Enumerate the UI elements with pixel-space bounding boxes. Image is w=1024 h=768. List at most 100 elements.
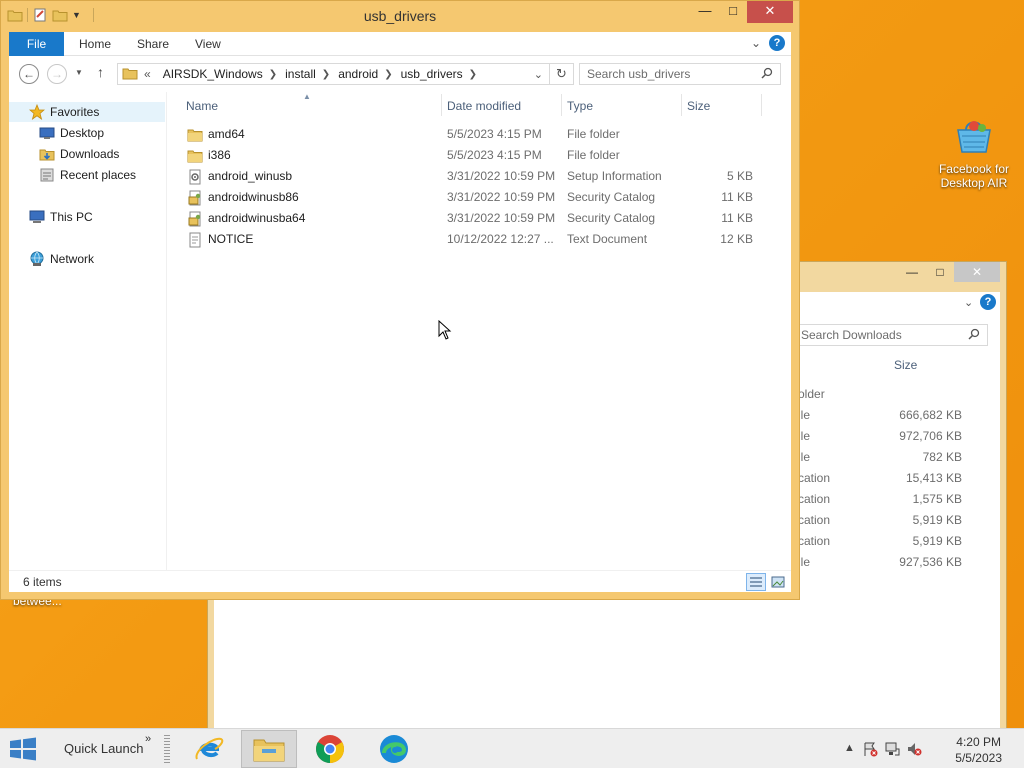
minimize-icon[interactable]: — bbox=[898, 262, 926, 282]
chevron-right-icon[interactable]: ❯ bbox=[384, 69, 392, 80]
nav-item-this-pc[interactable]: This PC bbox=[9, 207, 93, 227]
close-icon[interactable]: ✕ bbox=[747, 1, 793, 23]
file-size: 11 KB bbox=[721, 190, 753, 204]
recent-locations-icon[interactable]: ▼ bbox=[75, 68, 83, 77]
maximize-icon[interactable]: □ bbox=[926, 262, 954, 282]
breadcrumb-item[interactable]: android bbox=[330, 67, 384, 81]
details-view-button[interactable] bbox=[746, 573, 766, 591]
file-type: File folder bbox=[567, 127, 620, 141]
list-item[interactable]: older bbox=[798, 387, 968, 408]
list-item[interactable]: cation 5,919 KB bbox=[798, 534, 968, 555]
quick-launch-toolbar[interactable]: Quick Launch bbox=[64, 741, 144, 756]
breadcrumb-overflow[interactable]: « bbox=[138, 67, 155, 81]
list-item[interactable]: ile 972,706 KB bbox=[798, 429, 968, 450]
list-item[interactable]: ile 666,682 KB bbox=[798, 408, 968, 429]
ribbon-expand-icon[interactable]: ⌄ bbox=[964, 296, 973, 309]
nav-item-downloads[interactable]: Downloads bbox=[9, 144, 119, 164]
chevron-right-icon[interactable]: ❯ bbox=[469, 69, 477, 80]
minimize-icon[interactable]: — bbox=[691, 1, 719, 23]
address-bar[interactable]: « AIRSDK_Windows ❯ install ❯ android ❯ u… bbox=[117, 63, 550, 85]
computer-icon bbox=[29, 209, 45, 225]
help-icon[interactable]: ? bbox=[769, 35, 785, 51]
chevron-right-icon[interactable]: ❯ bbox=[269, 69, 277, 80]
file-explorer-taskbar-icon[interactable] bbox=[241, 730, 297, 768]
breadcrumb-item[interactable]: install bbox=[277, 67, 322, 81]
tab-home[interactable]: Home bbox=[69, 32, 121, 56]
taskbar: Quick Launch » ▲ 4:20 PM 5/5/2023 bbox=[0, 728, 1024, 768]
file-row-amd64[interactable]: amd64 5/5/2023 4:15 PM File folder bbox=[179, 124, 769, 145]
large-icons-view-button[interactable] bbox=[768, 573, 788, 591]
chevron-down-icon[interactable]: ⌄ bbox=[534, 68, 543, 81]
tab-file[interactable]: File bbox=[9, 32, 64, 56]
column-header-size[interactable]: Size bbox=[894, 358, 917, 372]
clock-time: 4:20 PM bbox=[956, 735, 1001, 749]
clock[interactable]: 4:20 PM 5/5/2023 bbox=[955, 734, 1002, 766]
nav-item-label: Favorites bbox=[50, 105, 100, 119]
file-row-notice[interactable]: NOTICE 10/12/2022 12:27 ... Text Documen… bbox=[179, 229, 769, 250]
back-button[interactable]: ← bbox=[19, 64, 39, 84]
file-size: 11 KB bbox=[721, 211, 753, 225]
column-header-name[interactable]: Name bbox=[186, 96, 218, 116]
file-date: 5/5/2023 4:15 PM bbox=[447, 148, 542, 162]
start-button[interactable] bbox=[8, 737, 38, 764]
background-search-input[interactable]: Search Downloads bbox=[796, 324, 988, 346]
list-item[interactable]: cation 1,575 KB bbox=[798, 492, 968, 513]
breadcrumb-item[interactable]: usb_drivers bbox=[393, 67, 469, 81]
close-icon[interactable]: ✕ bbox=[954, 262, 1000, 282]
desktop-icon-facebook-air[interactable]: Facebook for Desktop AIR bbox=[934, 118, 1014, 190]
maximize-icon[interactable]: □ bbox=[719, 1, 747, 23]
ribbon-tabs: File Home Share View ⌄ ? bbox=[9, 32, 791, 56]
column-header-size[interactable]: Size bbox=[687, 96, 710, 116]
breadcrumb-item[interactable]: AIRSDK_Windows bbox=[155, 67, 269, 81]
item-count: 6 items bbox=[23, 575, 62, 589]
nav-item-label: Desktop bbox=[60, 126, 105, 140]
column-divider[interactable] bbox=[761, 94, 762, 116]
toolbar-grip[interactable] bbox=[164, 735, 170, 763]
file-date: 5/5/2023 4:15 PM bbox=[447, 127, 542, 141]
nav-item-favorites[interactable]: Favorites bbox=[9, 102, 165, 122]
search-icon[interactable] bbox=[761, 67, 773, 82]
nav-item-label: Recent places bbox=[60, 168, 137, 182]
list-item[interactable]: cation 5,919 KB bbox=[798, 513, 968, 534]
chrome-icon[interactable] bbox=[302, 730, 358, 768]
up-button[interactable]: ↑ bbox=[97, 64, 104, 80]
show-hidden-icons-icon[interactable]: ▲ bbox=[844, 742, 855, 754]
edge-icon[interactable] bbox=[366, 730, 422, 768]
nav-item-recent-places[interactable]: Recent places bbox=[9, 165, 136, 185]
file-type: Security Catalog bbox=[567, 211, 656, 225]
list-item[interactable]: ile 927,536 KB bbox=[798, 555, 968, 576]
chevron-right-icon[interactable]: ❯ bbox=[322, 69, 330, 80]
forward-button[interactable]: → bbox=[47, 64, 67, 84]
column-header-date[interactable]: Date modified bbox=[447, 96, 521, 116]
quick-launch-overflow[interactable]: » bbox=[145, 733, 151, 745]
column-divider[interactable] bbox=[441, 94, 442, 116]
nav-item-network[interactable]: Network bbox=[9, 249, 94, 269]
internet-explorer-icon[interactable] bbox=[181, 730, 237, 768]
network-status-icon[interactable] bbox=[884, 741, 900, 760]
refresh-button[interactable]: ↻ bbox=[550, 63, 574, 85]
folder-icon bbox=[122, 65, 138, 84]
tab-share[interactable]: Share bbox=[127, 32, 179, 56]
file-row-android-winusb[interactable]: android_winusb 3/31/2022 10:59 PM Setup … bbox=[179, 166, 769, 187]
file-row-androidwinusb86[interactable]: androidwinusb86 3/31/2022 10:59 PM Secur… bbox=[179, 187, 769, 208]
title-bar[interactable]: ▼ usb_drivers — □ ✕ bbox=[1, 1, 799, 31]
search-input[interactable] bbox=[579, 63, 781, 85]
column-divider[interactable] bbox=[681, 94, 682, 116]
list-item[interactable]: ile 782 KB bbox=[798, 450, 968, 471]
explorer-window[interactable]: ▼ usb_drivers — □ ✕ File Home Share View… bbox=[0, 0, 800, 600]
ribbon-expand-icon[interactable]: ⌄ bbox=[751, 36, 761, 50]
file-date: 3/31/2022 10:59 PM bbox=[447, 169, 556, 183]
action-center-icon[interactable] bbox=[862, 741, 878, 760]
column-header-type[interactable]: Type bbox=[567, 96, 593, 116]
basket-icon bbox=[952, 118, 996, 156]
volume-muted-icon[interactable] bbox=[906, 741, 922, 760]
list-item[interactable]: cation 15,413 KB bbox=[798, 471, 968, 492]
file-row-i386[interactable]: i386 5/5/2023 4:15 PM File folder bbox=[179, 145, 769, 166]
help-icon[interactable]: ? bbox=[980, 294, 996, 310]
nav-item-desktop[interactable]: Desktop bbox=[9, 123, 104, 143]
tab-view[interactable]: View bbox=[185, 32, 231, 56]
file-row-androidwinusba64[interactable]: androidwinusba64 3/31/2022 10:59 PM Secu… bbox=[179, 208, 769, 229]
file-date: 3/31/2022 10:59 PM bbox=[447, 190, 556, 204]
file-type: File folder bbox=[567, 148, 620, 162]
column-divider[interactable] bbox=[561, 94, 562, 116]
